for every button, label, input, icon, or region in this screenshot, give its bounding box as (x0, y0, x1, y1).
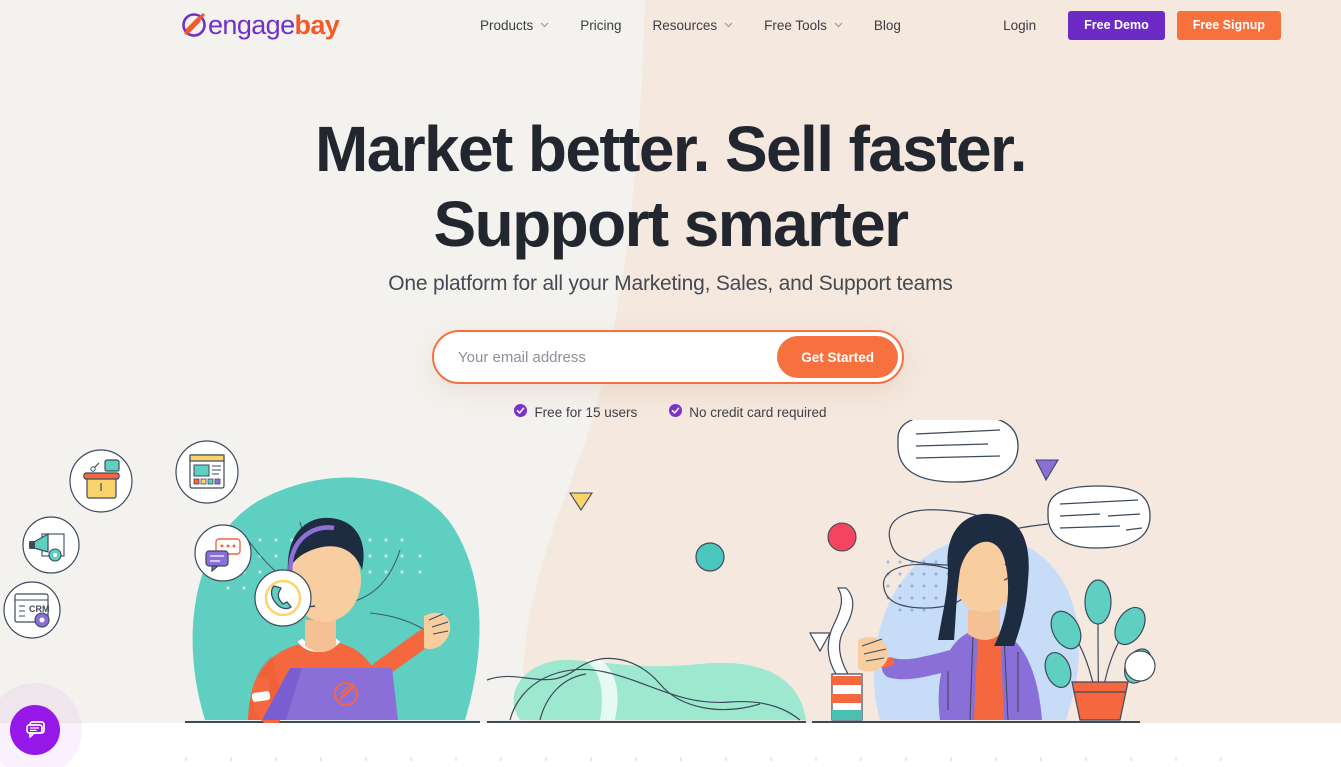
logo-text-engage: engage (208, 9, 295, 40)
check-circle-icon (514, 404, 528, 420)
telephony-icon (254, 569, 312, 627)
page-subtitle: One platform for all your Marketing, Sal… (388, 272, 953, 295)
login-link[interactable]: Login (1003, 18, 1036, 33)
nav-item-products-label: Products (480, 17, 534, 33)
nav-item-blog-label: Blog (873, 17, 901, 33)
nav-item-resources-label: Resources (652, 17, 718, 33)
crm-icon: CRM (3, 581, 61, 639)
nav-item-resources[interactable]: Resources (653, 18, 734, 33)
assurance-no-credit-card: No credit card required (669, 404, 827, 420)
engagebay-swoosh-icon (182, 13, 206, 37)
hero-illustration: CRM (3, 420, 1156, 723)
assurance-free-users: Free for 15 users (514, 404, 637, 420)
svg-text:CRM: CRM (29, 604, 50, 614)
headline-line-2: Support smarter (433, 188, 909, 260)
nav-item-pricing-label: Pricing (580, 17, 622, 33)
chat-bubble-icon (26, 721, 45, 738)
help-desk-icon (69, 449, 133, 513)
marketing-automation-icon (22, 516, 80, 574)
page-title: Market better. Sell faster. Support smar… (0, 112, 1341, 262)
check-circle-icon (669, 404, 683, 420)
chat-widget-button[interactable] (10, 705, 60, 755)
nav-item-free-tools[interactable]: Free Tools (764, 18, 843, 33)
free-demo-button[interactable]: Free Demo (1068, 10, 1165, 40)
get-started-button[interactable]: Get Started (777, 336, 898, 378)
nav-item-blog[interactable]: Blog (874, 18, 901, 33)
nav-item-free-tools-label: Free Tools (764, 17, 827, 33)
woman-scene (827, 420, 1156, 721)
chevron-down-icon (724, 22, 733, 28)
nav-actions: Login Free Demo Free Signup (1003, 0, 1281, 50)
nav-item-products[interactable]: Products (480, 18, 549, 33)
nav-item-pricing[interactable]: Pricing (580, 18, 621, 33)
nav-links: Products Pricing Resources Free Tools Bl… (480, 0, 932, 50)
email-field[interactable] (434, 333, 778, 381)
assurance-no-credit-card-label: No credit card required (689, 404, 827, 420)
signup-form: Get Started (432, 330, 904, 384)
chevron-down-icon (540, 22, 549, 28)
middle-decoration (486, 492, 832, 721)
hero-section: CRM engagebay Products Pricing Resources… (0, 0, 1341, 723)
headline-line-1: Market better. Sell faster. (315, 113, 1028, 185)
live-chat-icon (194, 524, 252, 582)
support-agent-scene: CRM (3, 440, 480, 723)
assurance-list: Free for 15 users No credit card require… (0, 404, 1341, 420)
assurance-free-users-label: Free for 15 users (534, 404, 638, 420)
top-navigation: engagebay Products Pricing Resources Fre… (0, 0, 1341, 50)
landing-page-icon (175, 440, 239, 504)
bottom-dot-row (185, 757, 1222, 761)
logo[interactable]: engagebay (181, 9, 340, 40)
free-signup-button[interactable]: Free Signup (1176, 10, 1281, 40)
chevron-down-icon (834, 22, 843, 28)
logo-text-bay: bay (294, 9, 340, 40)
